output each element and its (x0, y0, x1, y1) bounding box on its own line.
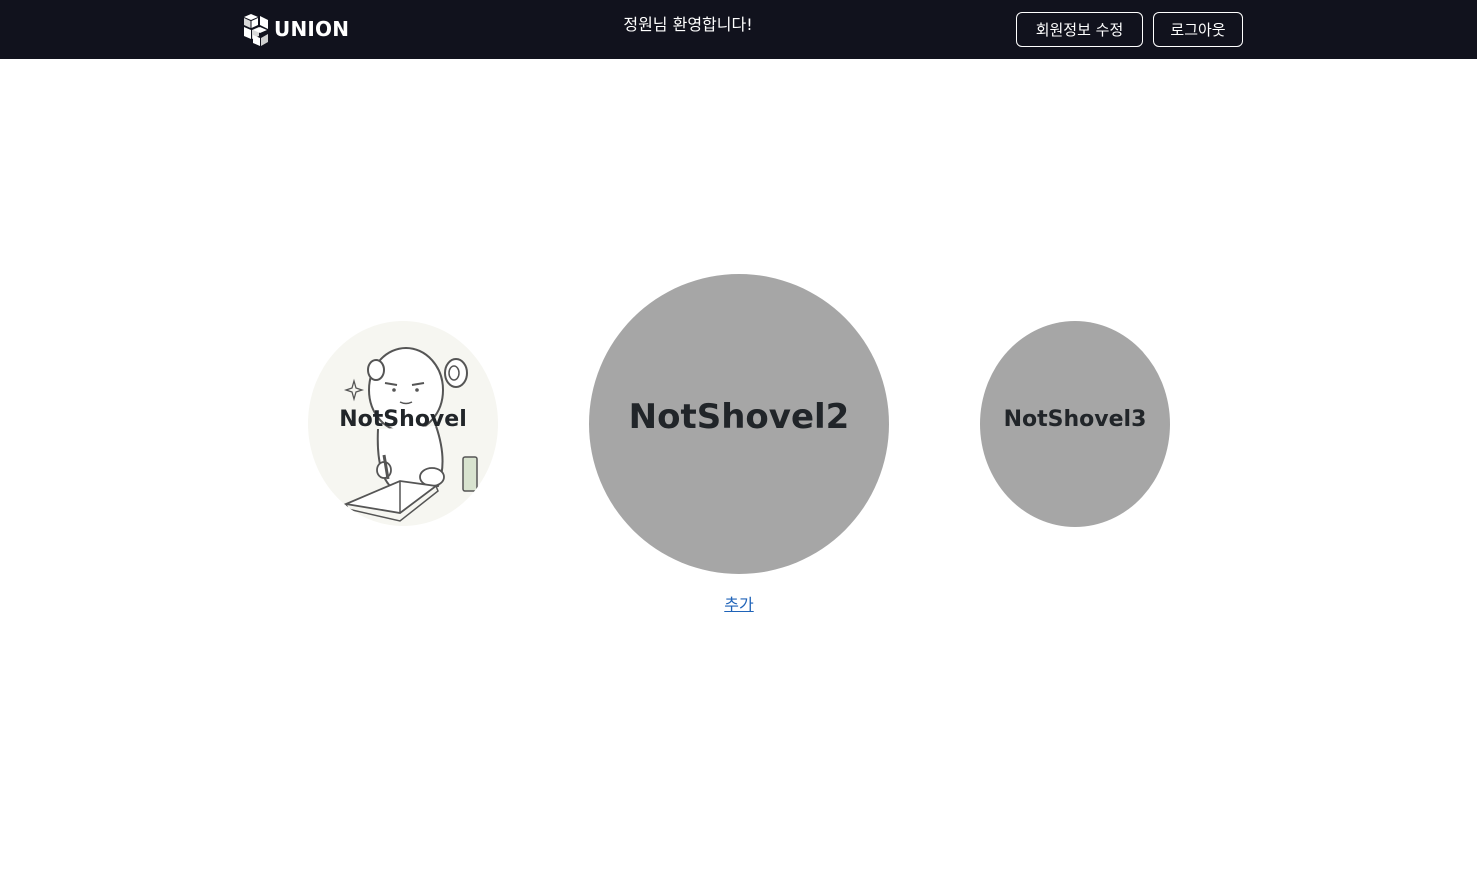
logout-button[interactable]: 로그아웃 (1153, 12, 1243, 47)
profile-label: NotShovel (339, 407, 467, 432)
profile-circle-notshovel[interactable]: NotShovel (308, 321, 498, 526)
profile-circle-notshovel3[interactable]: NotShovel3 (980, 321, 1170, 527)
cubes-logo-icon (242, 12, 270, 46)
welcome-message: 정원님 환영합니다! (623, 15, 753, 34)
brand-name: UNION (274, 17, 350, 41)
profile-circle-notshovel2[interactable]: NotShovel2 (589, 274, 889, 574)
profile-label: NotShovel2 (628, 397, 850, 437)
brand-logo[interactable]: UNION (242, 12, 349, 46)
edit-profile-button[interactable]: 회원정보 수정 (1016, 12, 1143, 47)
profile-label: NotShovel3 (1003, 407, 1147, 432)
add-link[interactable]: 추가 (700, 594, 778, 616)
top-navbar: UNION 정원님 환영합니다! 회원정보 수정 로그아웃 (0, 0, 1477, 59)
